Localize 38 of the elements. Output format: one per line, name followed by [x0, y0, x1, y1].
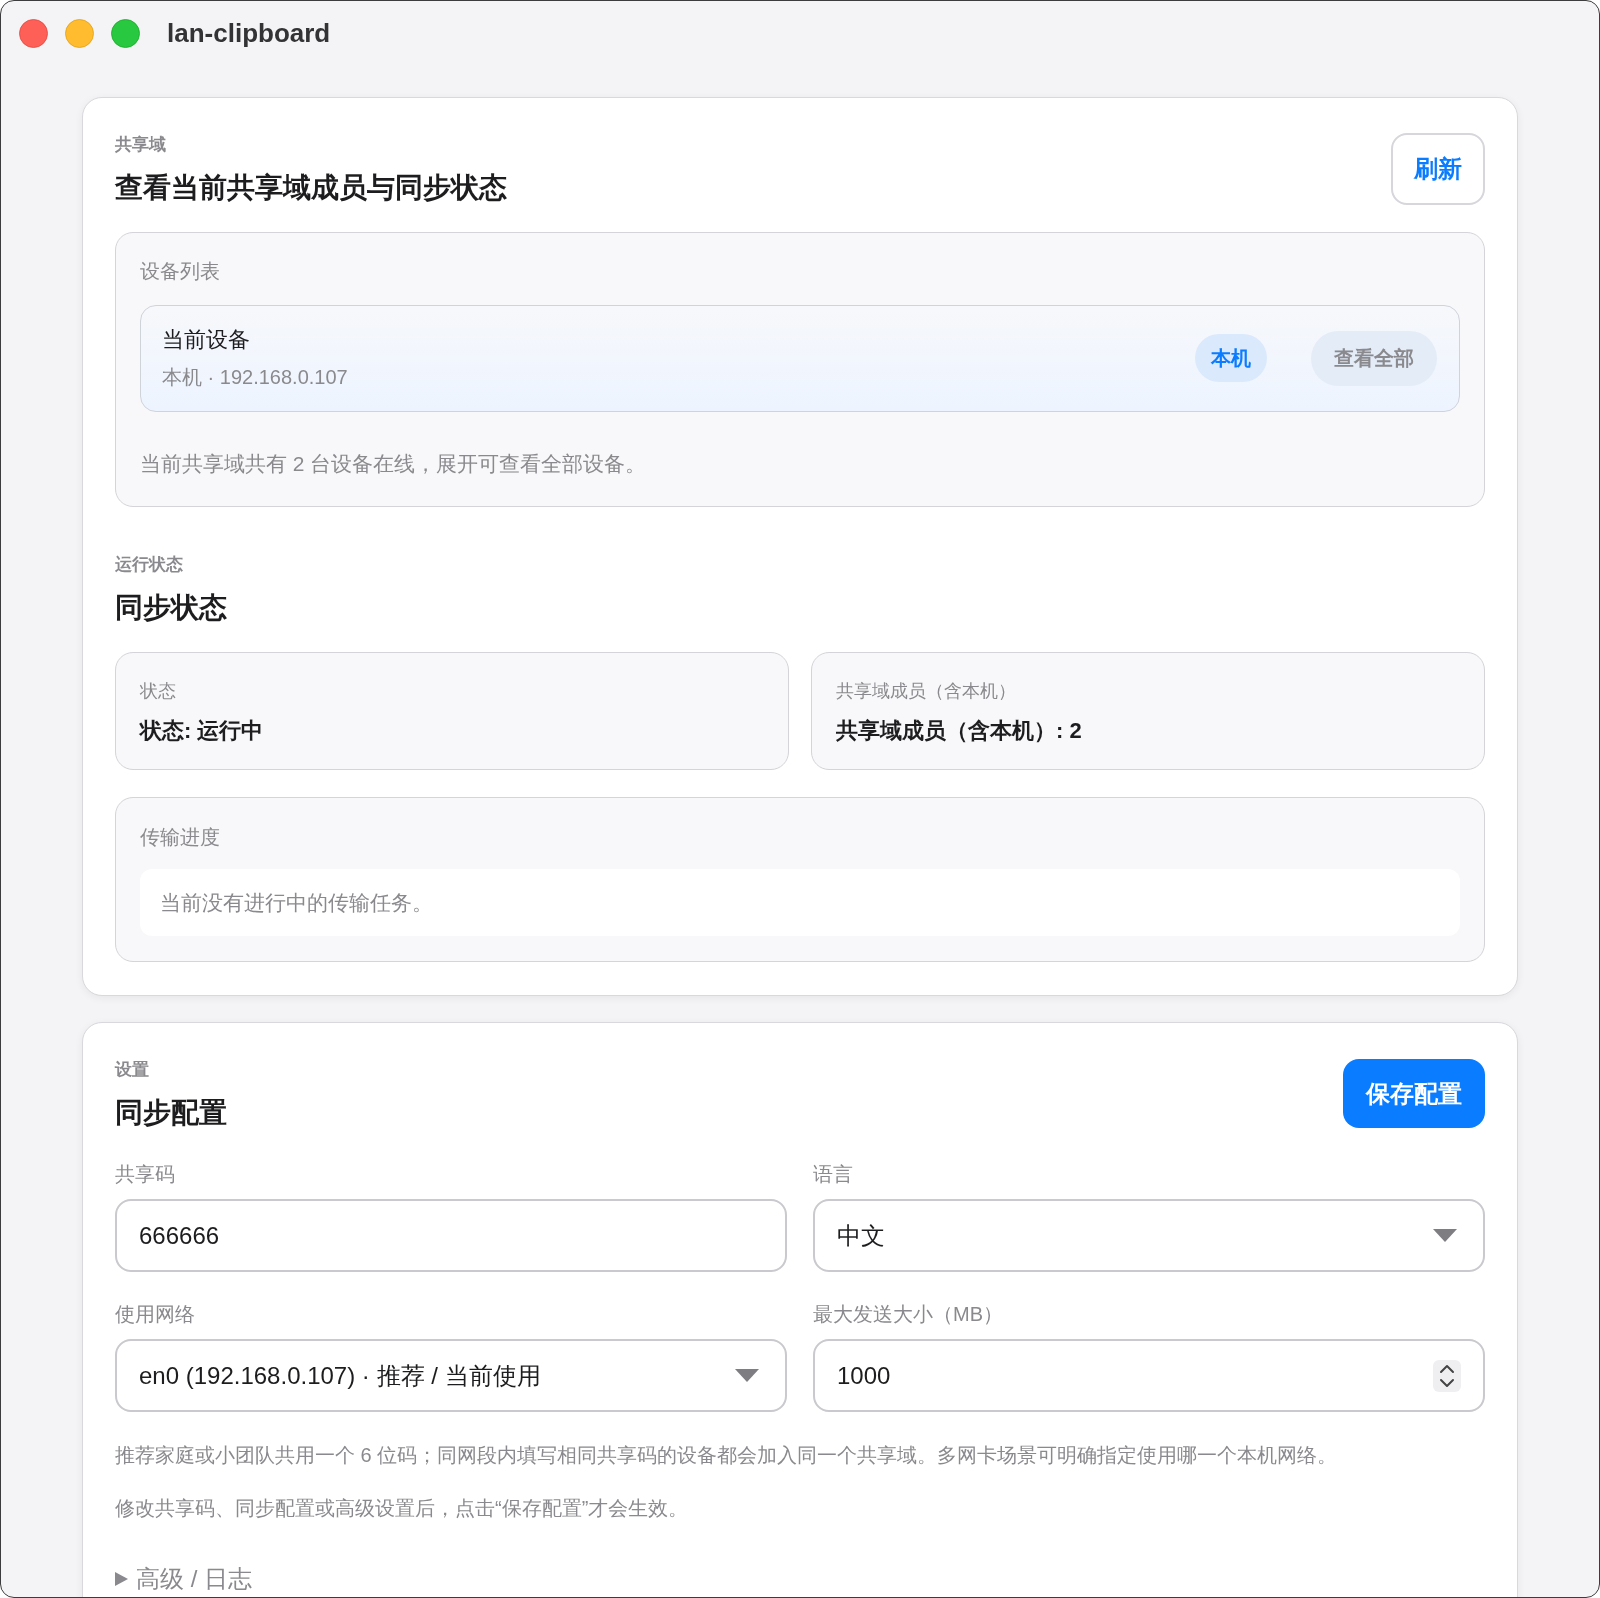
- caret-icon: [735, 1369, 759, 1382]
- tile-label: 共享域成员（含本机）: [836, 680, 1017, 703]
- section-eyebrow: 共享域: [115, 134, 167, 156]
- window-close-button[interactable]: [19, 18, 48, 48]
- refresh-button[interactable]: 刷新: [1391, 133, 1485, 205]
- field-label: 语言: [813, 1162, 854, 1187]
- window-minimize-button[interactable]: [65, 18, 94, 48]
- panel-label: 传输进度: [140, 825, 221, 850]
- tile-value: 共享域成员（含本机）: 2: [836, 717, 1083, 745]
- panel-label: 设备列表: [140, 259, 221, 284]
- device-name: 当前设备: [162, 326, 251, 354]
- window-zoom-button[interactable]: [111, 18, 140, 48]
- device-address: 本机 · 192.168.0.107: [162, 365, 348, 390]
- local-device-badge: 本机: [1195, 334, 1267, 382]
- field-label: 共享码: [115, 1162, 176, 1187]
- number-field[interactable]: 1000: [813, 1339, 1485, 1412]
- save-button[interactable]: 保存配置: [1343, 1059, 1485, 1128]
- tile-value: 状态: 运行中: [140, 717, 265, 745]
- stepper-icon[interactable]: [1433, 1359, 1461, 1392]
- section-eyebrow: 运行状态: [115, 554, 184, 576]
- dropdown-select[interactable]: 中文: [813, 1199, 1485, 1272]
- tile-label: 状态: [140, 680, 177, 703]
- section-title: 查看当前共享域成员与同步状态: [115, 171, 507, 205]
- help-text: 推荐家庭或小团队共用一个 6 位码；同网段内填写相同共享码的设备都会加入同一个共享域。多网卡场景可明确指定使用哪一个本机网络。: [115, 1443, 1339, 1468]
- field-label: 最大发送大小（MB）: [813, 1302, 1004, 1327]
- disclosure-triangle-icon[interactable]: [115, 1572, 128, 1586]
- text-field[interactable]: 666666: [115, 1199, 787, 1272]
- section-title: 同步配置: [115, 1096, 227, 1130]
- window-title: lan-clipboard: [167, 20, 331, 46]
- empty-transfer-message: 当前没有进行中的传输任务。: [140, 869, 1460, 936]
- dropdown-select[interactable]: en0 (192.168.0.107) · 推荐 / 当前使用: [115, 1339, 787, 1412]
- section-eyebrow: 设置: [115, 1059, 150, 1081]
- device-row[interactable]: 当前设备 本机 · 192.168.0.107 本机 查看全部: [140, 305, 1460, 412]
- device-summary-text: 当前共享域共有 2 台设备在线，展开可查看全部设备。: [140, 451, 648, 477]
- help-text: 修改共享码、同步配置或高级设置后，点击“保存配置”才会生效。: [115, 1496, 690, 1521]
- field-label: 使用网络: [115, 1302, 196, 1327]
- section-title: 同步状态: [115, 591, 228, 625]
- caret-icon: [1433, 1229, 1457, 1242]
